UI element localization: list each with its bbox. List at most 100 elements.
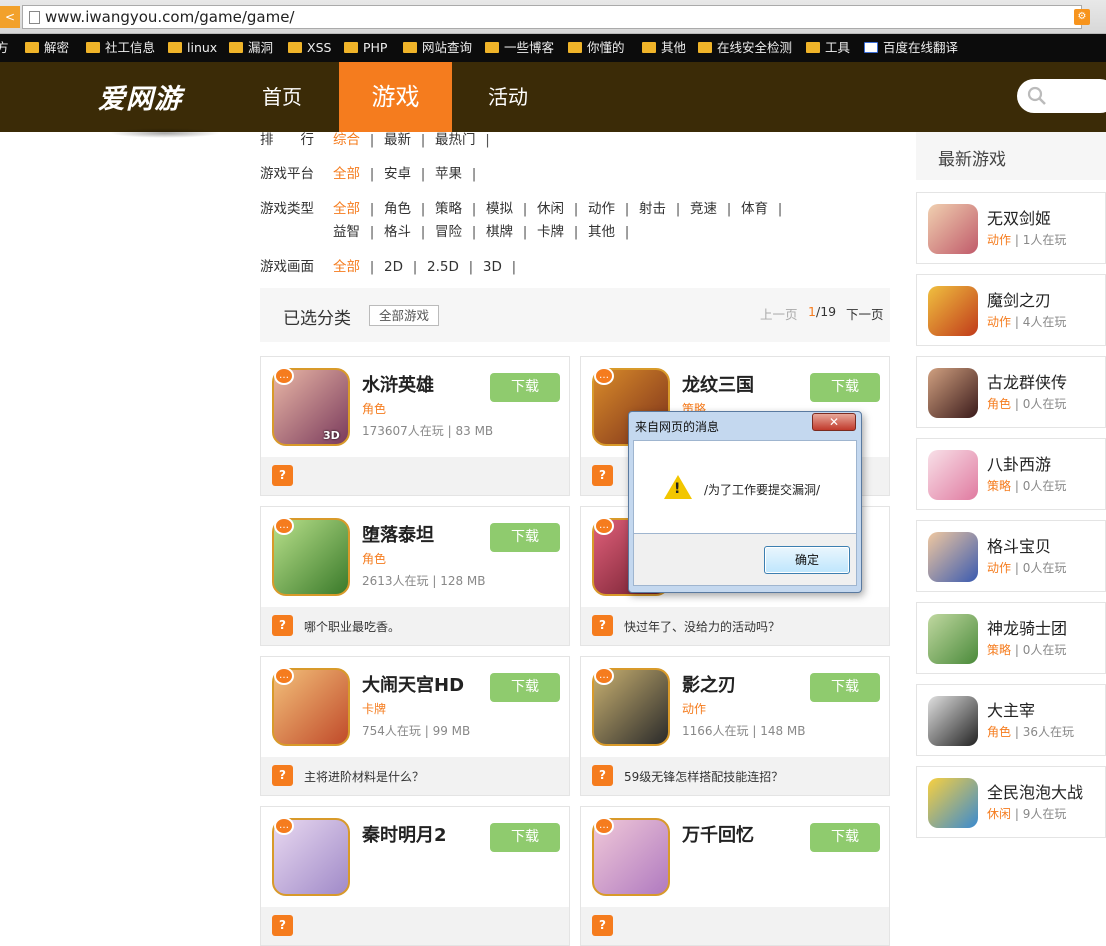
filter-option[interactable]: 最热门	[435, 128, 476, 148]
filter-option[interactable]: 卡牌	[537, 220, 564, 240]
filter-option[interactable]: 全部	[333, 162, 360, 182]
bookmark-item[interactable]: 方	[0, 39, 9, 57]
game-name[interactable]: 全民泡泡大战	[987, 779, 1083, 803]
filter-option[interactable]: 全部	[333, 255, 360, 275]
game-title[interactable]: 影之刃	[682, 671, 736, 697]
game-card[interactable]: … 影之刃 动作 1166人在玩 | 148 MB 下载? 59级无锋怎样搭配技能连招？	[580, 656, 890, 796]
filter-option[interactable]: 综合	[333, 128, 360, 148]
game-card[interactable]: … 大闹天宫HD 卡牌 754人在玩 | 99 MB 下载? 主将进阶材料是什么？	[260, 656, 570, 796]
bookmark-item[interactable]: linux	[168, 39, 217, 57]
game-name[interactable]: 八卦西游	[987, 451, 1051, 475]
game-card[interactable]: … 秦时明月2 下载?	[260, 806, 570, 946]
game-icon[interactable]	[928, 450, 978, 500]
download-button[interactable]: 下载	[810, 673, 880, 702]
latest-game-item[interactable]: 古龙群侠传 角色 | 0人在玩	[916, 356, 1106, 428]
question-text[interactable]: 59级无锋怎样搭配技能连招？	[624, 768, 783, 785]
game-name[interactable]: 格斗宝贝	[987, 533, 1051, 557]
bookmark-item[interactable]: 工具	[806, 39, 850, 57]
game-name[interactable]: 魔剑之刃	[987, 287, 1051, 311]
filter-option[interactable]: 其他	[588, 220, 615, 240]
bookmark-item[interactable]: 社工信息	[86, 39, 155, 57]
filter-option[interactable]: 棋牌	[486, 220, 513, 240]
download-button[interactable]: 下载	[810, 373, 880, 402]
bookmark-item[interactable]: 百度在线翻译	[864, 39, 958, 57]
game-name[interactable]: 无双剑姬	[987, 205, 1051, 229]
game-name[interactable]: 古龙群侠传	[987, 369, 1067, 393]
game-title[interactable]: 龙纹三国	[682, 371, 754, 397]
latest-game-item[interactable]: 神龙骑士团 策略 | 0人在玩	[916, 602, 1106, 674]
url-field[interactable]: www.iwangyou.com/game/game/	[22, 5, 1082, 29]
download-button[interactable]: 下载	[490, 823, 560, 852]
back-tab-button[interactable]: <	[0, 6, 20, 28]
bookmark-item[interactable]: XSS	[288, 39, 331, 57]
filter-option[interactable]: 模拟	[486, 197, 513, 217]
question-text[interactable]: 哪个职业最吃香。	[304, 618, 400, 635]
latest-game-item[interactable]: 格斗宝贝 动作 | 0人在玩	[916, 520, 1106, 592]
extension-icon[interactable]: ⚙	[1074, 9, 1090, 25]
filter-option[interactable]: 3D	[483, 259, 502, 275]
latest-game-item[interactable]: 魔剑之刃 动作 | 4人在玩	[916, 274, 1106, 346]
dialog-close-button[interactable]: ✕	[812, 413, 856, 431]
dialog-ok-button[interactable]: 确定	[764, 546, 850, 574]
question-text[interactable]: 主将进阶材料是什么？	[304, 768, 424, 785]
latest-game-item[interactable]: 八卦西游 策略 | 0人在玩	[916, 438, 1106, 510]
game-card[interactable]: … 堕落泰坦 角色 2613人在玩 | 128 MB 下载? 哪个职业最吃香。	[260, 506, 570, 646]
download-button[interactable]: 下载	[490, 673, 560, 702]
bookmark-item[interactable]: 其他	[642, 39, 686, 57]
filter-option[interactable]: 益智	[333, 220, 360, 240]
site-logo[interactable]: 爱网游	[98, 77, 182, 116]
search-input[interactable]	[1017, 79, 1106, 113]
next-page-link[interactable]: 下一页	[846, 304, 884, 323]
game-title[interactable]: 堕落泰坦	[362, 521, 434, 547]
bookmark-item[interactable]: 在线安全检测	[698, 39, 792, 57]
bookmark-item[interactable]: 解密	[25, 39, 69, 57]
download-button[interactable]: 下载	[490, 523, 560, 552]
filter-option[interactable]: 竞速	[690, 197, 717, 217]
filter-option[interactable]: 最新	[384, 128, 411, 148]
download-button[interactable]: 下载	[810, 823, 880, 852]
filter-option[interactable]: 2.5D	[427, 259, 459, 275]
game-title[interactable]: 大闹天宫HD	[362, 671, 464, 697]
nav-home[interactable]: 首页	[244, 62, 320, 132]
game-icon[interactable]	[928, 204, 978, 254]
game-icon[interactable]	[928, 778, 978, 828]
filter-option[interactable]: 冒险	[435, 220, 462, 240]
all-games-chip[interactable]: 全部游戏	[369, 305, 440, 326]
filter-option[interactable]: 角色	[384, 197, 411, 217]
filter-option[interactable]: 休闲	[537, 197, 564, 217]
game-icon[interactable]	[928, 696, 978, 746]
filter-option[interactable]: 2D	[384, 259, 403, 275]
latest-game-item[interactable]: 无双剑姬 动作 | 1人在玩	[916, 192, 1106, 264]
bookmark-item[interactable]: PHP	[344, 39, 387, 57]
filter-option[interactable]: 安卓	[384, 162, 411, 182]
filter-option[interactable]: 策略	[435, 197, 462, 217]
latest-game-item[interactable]: 大主宰 角色 | 36人在玩	[916, 684, 1106, 756]
game-icon[interactable]	[928, 532, 978, 582]
game-name[interactable]: 神龙骑士团	[987, 615, 1067, 639]
filter-option[interactable]: 射击	[639, 197, 666, 217]
game-title[interactable]: 秦时明月2	[362, 821, 447, 847]
game-card[interactable]: … 3D 水浒英雄 角色 173607人在玩 | 83 MB 下载?	[260, 356, 570, 496]
game-card[interactable]: … 万千回忆 下载?	[580, 806, 890, 946]
bookmark-item[interactable]: 网站查询	[403, 39, 472, 57]
filter-option[interactable]: 全部	[333, 197, 360, 217]
game-name[interactable]: 大主宰	[987, 697, 1035, 721]
filter-option[interactable]: 苹果	[435, 162, 462, 182]
dialog-titlebar[interactable]: 来自网页的消息 ✕	[629, 412, 861, 440]
game-icon[interactable]	[928, 368, 978, 418]
game-title[interactable]: 水浒英雄	[362, 371, 434, 397]
game-title[interactable]: 万千回忆	[682, 821, 754, 847]
game-icon[interactable]	[928, 614, 978, 664]
nav-games[interactable]: 游戏	[339, 62, 452, 132]
bookmark-item[interactable]: 一些博客	[485, 39, 554, 57]
nav-events[interactable]: 活动	[470, 62, 546, 132]
latest-game-item[interactable]: 全民泡泡大战 休闲 | 9人在玩	[916, 766, 1106, 838]
download-button[interactable]: 下载	[490, 373, 560, 402]
filter-option[interactable]: 体育	[741, 197, 768, 217]
filter-option[interactable]: 动作	[588, 197, 615, 217]
filter-option[interactable]: 格斗	[384, 220, 411, 240]
bookmark-item[interactable]: 你懂的	[568, 39, 625, 57]
game-icon[interactable]	[928, 286, 978, 336]
bookmark-item[interactable]: 漏洞	[229, 39, 273, 57]
question-text[interactable]: 快过年了、没给力的活动吗？	[624, 618, 780, 635]
